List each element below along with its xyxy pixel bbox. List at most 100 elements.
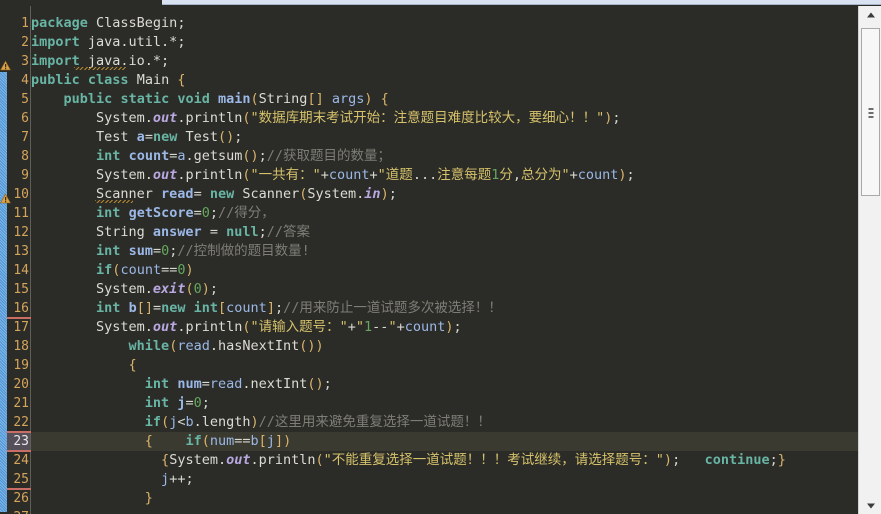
code-token: ; xyxy=(185,471,194,487)
scrollbar-thumb[interactable] xyxy=(861,28,880,196)
code-token: + xyxy=(347,319,356,335)
line-number[interactable]: 23 xyxy=(7,432,29,451)
code-token: ; xyxy=(388,186,397,202)
code-line[interactable]: int j=0; xyxy=(31,394,210,413)
code-line[interactable]: while(read.hasNextInt()) xyxy=(31,337,324,356)
line-number[interactable]: 4 xyxy=(7,71,29,90)
line-number[interactable]: 14 xyxy=(7,261,29,280)
vertical-scrollbar[interactable] xyxy=(858,6,881,514)
code-line[interactable]: int num=read.nextInt(); xyxy=(31,375,332,394)
line-number[interactable]: 6 xyxy=(7,109,29,128)
code-line[interactable]: int b[]=new int[count];//用来防止一道试题多次被选择！！ xyxy=(31,299,502,318)
code-line[interactable]: import java.util.*; xyxy=(31,33,185,52)
code-token: b xyxy=(250,433,259,449)
code-token: count xyxy=(120,262,162,278)
code-line[interactable]: Test a=new Test(); xyxy=(31,128,242,147)
code-line[interactable]: public static void main(String[] args) { xyxy=(31,90,389,109)
code-token: count xyxy=(577,167,619,183)
code-line[interactable]: {System.out.println("不能重复选择一道试题！！！考试继续，请… xyxy=(31,451,786,470)
line-number[interactable]: 26 xyxy=(7,489,29,508)
warning-triangle-icon[interactable] xyxy=(0,56,12,71)
code-token: void xyxy=(177,91,210,107)
code-token: " xyxy=(388,319,397,335)
error-stripe-marker[interactable] xyxy=(7,317,31,319)
code-line[interactable]: if(j<b.length)//这里用来避免重复选择一道试题！！ xyxy=(31,413,491,432)
line-number[interactable]: 24 xyxy=(7,451,29,470)
line-number[interactable]: 25 xyxy=(7,470,29,489)
code-token: ; xyxy=(258,148,267,164)
code-token: 0 xyxy=(161,243,170,259)
code-line[interactable]: System.out.println("请输入题号："+"1--"+count)… xyxy=(31,318,462,337)
code-token: ... xyxy=(412,167,438,183)
line-number[interactable]: 11 xyxy=(7,204,29,223)
code-token: 分 xyxy=(499,167,513,183)
line-number[interactable]: 20 xyxy=(7,375,29,394)
code-token: = xyxy=(193,205,202,221)
scrollbar-down-button[interactable] xyxy=(860,497,881,514)
code-text-area[interactable]: package ClassBegin; import java.util.*; im… xyxy=(31,6,858,514)
code-line[interactable]: System.exit(0); xyxy=(31,280,218,299)
line-number[interactable]: 16 xyxy=(7,299,29,318)
code-token: ) xyxy=(315,338,324,354)
code-line[interactable]: { if(num==b[j]) xyxy=(31,432,291,451)
code-line[interactable]: public class Main { xyxy=(31,71,185,90)
code-line[interactable]: int sum=0;//控制做的题目数量! xyxy=(31,242,310,261)
code-token: [ xyxy=(258,433,267,449)
code-line[interactable]: Scanner read= new Scanner(System.in); xyxy=(31,185,397,204)
line-number[interactable]: 8 xyxy=(7,147,29,166)
error-stripe-marker[interactable] xyxy=(7,488,31,490)
editor-viewport[interactable]: 1 2 3 4 5 6 7 8 9 10 11 12 13 14 15 16 17 18 19 20 21 22 23 24 2… xyxy=(0,6,858,514)
line-number[interactable]: 2 xyxy=(7,33,29,52)
code-line[interactable]: int count=a.getsum();//获取题目的数量； xyxy=(31,147,391,166)
code-token: //控制做的题目数量! xyxy=(177,243,310,259)
warning-triangle-icon[interactable] xyxy=(0,189,12,204)
line-number[interactable]: 9 xyxy=(7,166,29,185)
grip-dot-icon xyxy=(868,116,873,118)
code-token: "数据库期末考试开始：注意题目难度比较大，要细心！！" xyxy=(250,110,605,126)
code-line[interactable]: int getScore=0;//得分， xyxy=(31,204,275,223)
scrollbar-up-button[interactable] xyxy=(860,6,881,23)
line-number[interactable]: 7 xyxy=(7,128,29,147)
vcs-change-bar[interactable] xyxy=(0,72,7,512)
code-token: ) xyxy=(283,433,292,449)
code-line[interactable]: } xyxy=(31,489,153,508)
code-token: int xyxy=(193,300,219,316)
code-line[interactable]: System.out.println("数据库期末考试开始：注意题目难度比较大，… xyxy=(31,109,621,128)
code-token: + xyxy=(569,167,578,183)
line-number[interactable]: 15 xyxy=(7,280,29,299)
code-line[interactable]: { xyxy=(31,356,137,375)
line-number[interactable]: 1 xyxy=(7,14,29,33)
code-token: exit xyxy=(152,281,186,297)
error-stripe-marker[interactable] xyxy=(7,450,31,452)
line-number[interactable]: 12 xyxy=(7,223,29,242)
warning-squiggle xyxy=(95,200,133,203)
code-line[interactable]: System.out.println("一共有："+count+"道题...注意… xyxy=(31,166,635,185)
code-token: a xyxy=(136,129,145,145)
line-number[interactable]: 27 xyxy=(7,508,29,514)
error-stripe-marker[interactable] xyxy=(7,431,31,433)
code-line[interactable]: if(count==0) xyxy=(31,261,194,280)
line-number[interactable]: 18 xyxy=(7,337,29,356)
code-token: () xyxy=(299,338,316,354)
code-token: ) xyxy=(364,91,373,107)
line-number[interactable]: 22 xyxy=(7,413,29,432)
code-token: ( xyxy=(201,433,210,449)
code-line[interactable]: j++; xyxy=(31,470,194,489)
line-number[interactable]: 13 xyxy=(7,242,29,261)
code-line[interactable]: package ClassBegin; xyxy=(31,14,185,33)
code-token: int xyxy=(96,300,121,316)
code-token: .getsum xyxy=(185,148,243,164)
line-number[interactable]: 17 xyxy=(7,318,29,337)
line-number[interactable]: 21 xyxy=(7,394,29,413)
code-token: out xyxy=(152,110,178,126)
code-line[interactable]: String answer = null;//答案 xyxy=(31,223,310,242)
editor-gutter[interactable]: 1 2 3 4 5 6 7 8 9 10 11 12 13 14 15 16 17 18 19 20 21 22 23 24 2… xyxy=(7,6,30,514)
line-number[interactable]: 19 xyxy=(7,356,29,375)
code-token: ( xyxy=(250,91,259,107)
line-number[interactable]: 5 xyxy=(7,90,29,109)
code-token: [] xyxy=(136,300,153,316)
